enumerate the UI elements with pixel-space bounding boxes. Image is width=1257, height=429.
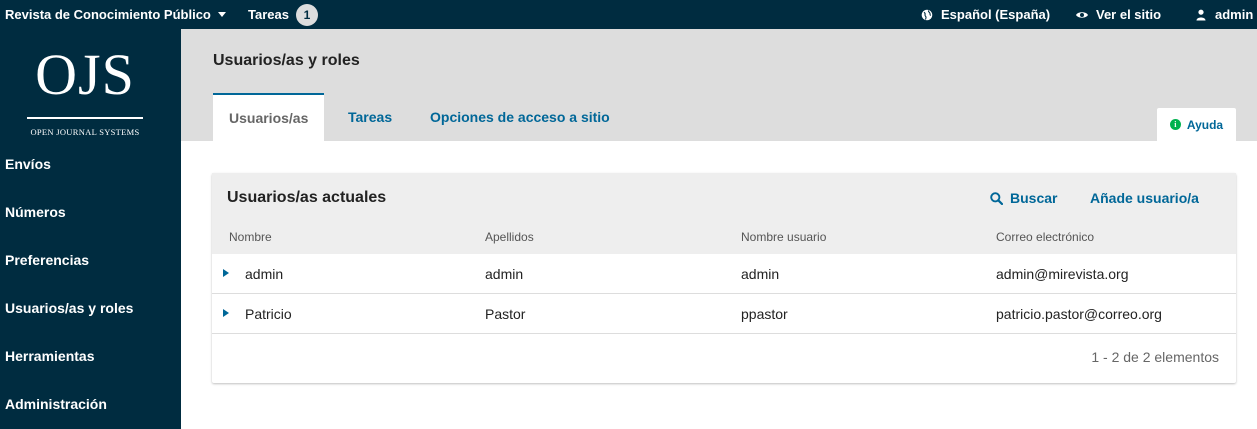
help-button[interactable]: i Ayuda: [1157, 108, 1236, 141]
search-icon: [990, 191, 1003, 205]
view-site-link[interactable]: Ver el sitio: [1075, 0, 1161, 29]
sidebar-item-settings[interactable]: Preferencias: [5, 252, 89, 268]
chevron-down-icon: [217, 12, 226, 17]
user-icon: [1194, 8, 1208, 22]
tasks-count-badge: 1: [295, 3, 318, 26]
table-row[interactable]: admin admin admin admin@mirevista.org: [212, 254, 1236, 294]
tab-users[interactable]: Usuarios/as: [213, 93, 325, 141]
cell-first-name: Patricio: [245, 306, 292, 322]
search-button[interactable]: Buscar: [990, 190, 1057, 206]
pagination-info: 1 - 2 de 2 elementos: [1091, 349, 1219, 365]
grid-header: Usuarios/as actuales Buscar Añade usuari…: [212, 173, 1236, 254]
language-switcher[interactable]: Español (España): [920, 0, 1050, 29]
column-header-email[interactable]: Correo electrónico: [996, 230, 1094, 244]
table-row[interactable]: Patricio Pastor ppastor patricio.pastor@…: [212, 294, 1236, 334]
logo-letters: OJS: [35, 42, 135, 107]
journal-switcher[interactable]: Revista de Conocimiento Público: [5, 0, 226, 29]
ojs-logo[interactable]: OJS OPEN JOURNAL SYSTEMS: [27, 42, 143, 157]
info-icon: i: [1169, 119, 1181, 130]
language-label: Español (España): [941, 7, 1051, 22]
sidebar-item-tools[interactable]: Herramientas: [5, 348, 95, 364]
column-header-last-name[interactable]: Apellidos: [485, 230, 534, 244]
grid-title: Usuarios/as actuales: [227, 189, 387, 206]
page-title: Usuarios/as y roles: [213, 52, 360, 69]
column-header-username[interactable]: Nombre usuario: [741, 230, 826, 244]
view-site-label: Ver el sitio: [1096, 7, 1162, 22]
tab-site-access-options[interactable]: Opciones de acceso a sitio: [414, 93, 626, 141]
tasks-label: Tareas: [248, 7, 289, 22]
tab-tasks[interactable]: Tareas: [332, 93, 408, 141]
column-header-first-name[interactable]: Nombre: [229, 230, 272, 244]
logo-subtitle: OPEN JOURNAL SYSTEMS: [30, 127, 140, 137]
cell-email: admin@mirevista.org: [996, 266, 1129, 282]
user-menu[interactable]: admin: [1194, 0, 1253, 29]
help-label: Ayuda: [1186, 117, 1224, 132]
page-header: Usuarios/as y roles Usuarios/as Tareas O…: [181, 29, 1257, 141]
cell-last-name: admin: [485, 266, 524, 282]
triangle-right-icon[interactable]: [223, 269, 229, 277]
cell-first-name: admin: [245, 266, 284, 282]
eye-icon: [1075, 8, 1089, 22]
users-grid: Usuarios/as actuales Buscar Añade usuari…: [212, 173, 1236, 383]
sidebar-item-issues[interactable]: Números: [5, 204, 66, 220]
journal-name: Revista de Conocimiento Público: [5, 7, 211, 22]
add-user-button[interactable]: Añade usuario/a: [1090, 190, 1199, 206]
tasks-link[interactable]: Tareas 1: [248, 0, 318, 29]
globe-icon: [920, 8, 934, 22]
sidebar-item-submissions[interactable]: Envíos: [5, 156, 51, 172]
cell-username: ppastor: [741, 306, 788, 322]
sidebar-item-users-roles[interactable]: Usuarios/as y roles: [5, 300, 133, 316]
user-name: admin: [1215, 7, 1254, 22]
cell-username: admin: [741, 266, 780, 282]
sidebar: OJS OPEN JOURNAL SYSTEMS Envíos Números …: [0, 29, 181, 429]
top-bar: Revista de Conocimiento Público Tareas 1…: [0, 0, 1257, 29]
cell-email: patricio.pastor@correo.org: [996, 306, 1162, 322]
logo-divider: [27, 117, 143, 119]
triangle-right-icon[interactable]: [223, 309, 229, 317]
cell-last-name: Pastor: [485, 306, 526, 322]
search-label: Buscar: [1010, 190, 1058, 206]
sidebar-item-administration[interactable]: Administración: [5, 396, 107, 412]
